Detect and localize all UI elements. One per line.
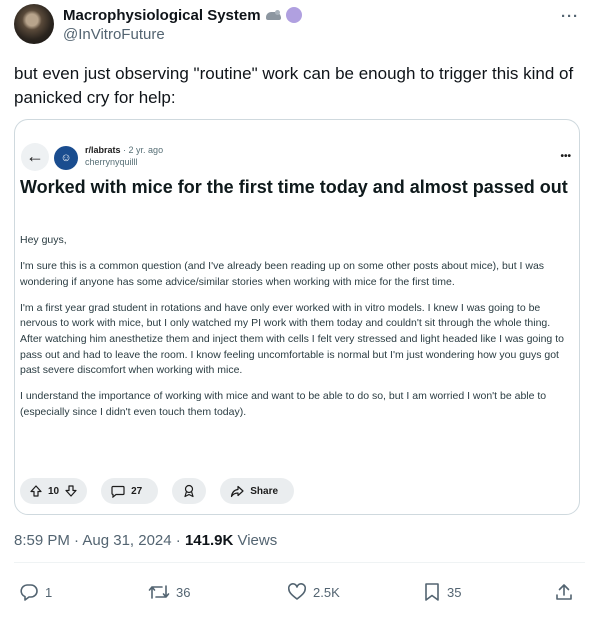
tweet: Macrophysiological System @InVitroFuture… — [0, 0, 599, 618]
post-paragraph: I'm sure this is a common question (and … — [20, 260, 545, 288]
repost-button[interactable]: 36 — [148, 580, 190, 604]
reply-icon — [19, 582, 39, 602]
divider — [14, 562, 585, 563]
upload-icon — [554, 582, 574, 602]
share-button[interactable]: Share — [220, 478, 295, 504]
post-author[interactable]: cherrynyquilll — [85, 157, 163, 168]
comments-button[interactable]: 27 — [101, 478, 159, 504]
downvote-icon[interactable] — [65, 485, 77, 497]
comment-count: 27 — [131, 485, 143, 497]
mouse-icon — [264, 9, 283, 21]
post-title: Worked with mice for the first time toda… — [20, 177, 568, 197]
post-more-icon[interactable]: ••• — [560, 151, 571, 162]
avatar[interactable] — [14, 4, 54, 44]
post-paragraph: I'm a first year grad student in rotatio… — [20, 301, 564, 377]
subreddit-icon[interactable]: ☺ — [54, 146, 78, 170]
share-label: Share — [250, 485, 279, 497]
post-body: Hey guys, I'm sure this is a common ques… — [20, 233, 572, 431]
like-count: 2.5K — [313, 584, 340, 600]
award-icon — [182, 484, 196, 498]
post-actions: 10 27 Share — [20, 478, 308, 504]
repost-icon — [148, 582, 170, 602]
share-arrow-icon — [230, 485, 244, 498]
bookmark-button[interactable]: 35 — [423, 580, 461, 604]
upvote-icon[interactable] — [30, 485, 42, 497]
vote-pill: 10 — [20, 478, 88, 504]
display-name[interactable]: Macrophysiological System — [63, 7, 261, 24]
reply-button[interactable]: 1 — [19, 580, 52, 604]
subreddit-name[interactable]: r/labrats — [85, 145, 121, 155]
like-button[interactable]: 2.5K — [287, 580, 340, 604]
post-paragraph: I understand the importance of working w… — [20, 390, 547, 418]
bookmark-icon — [423, 582, 441, 602]
share-tweet-button[interactable] — [554, 580, 574, 604]
views-label: Views — [233, 532, 278, 549]
back-arrow-icon[interactable]: ← — [21, 143, 49, 171]
repost-count: 36 — [176, 584, 191, 600]
engagement-bar: 1 36 2.5K 35 — [0, 580, 599, 604]
reply-count: 1 — [45, 584, 53, 600]
comment-icon — [111, 485, 125, 498]
embedded-reddit-post[interactable]: ← ☺ r/labrats · 2 yr. ago cherrynyquilll… — [14, 119, 580, 515]
author-block: Macrophysiological System @InVitroFuture — [63, 5, 302, 43]
post-paragraph: Hey guys, — [20, 234, 67, 246]
post-time: · 2 yr. ago — [123, 145, 164, 155]
timestamp-text[interactable]: 8:59 PM · Aug 31, 2024 · — [14, 532, 185, 549]
bookmark-count: 35 — [447, 584, 462, 600]
post-meta: r/labrats · 2 yr. ago cherrynyquilll — [85, 145, 163, 168]
purple-circle-icon — [285, 7, 302, 23]
handle[interactable]: @InVitroFuture — [63, 26, 302, 43]
views-count: 141.9K — [184, 532, 234, 549]
vote-count: 10 — [48, 485, 60, 497]
more-horizontal-icon[interactable]: ··· — [561, 8, 579, 25]
tweet-text: but even just observing "routine" work c… — [14, 64, 574, 107]
heart-icon — [287, 582, 307, 602]
tweet-timestamp: 8:59 PM · Aug 31, 2024 · 141.9K Views — [14, 532, 277, 549]
award-button[interactable] — [172, 478, 207, 504]
